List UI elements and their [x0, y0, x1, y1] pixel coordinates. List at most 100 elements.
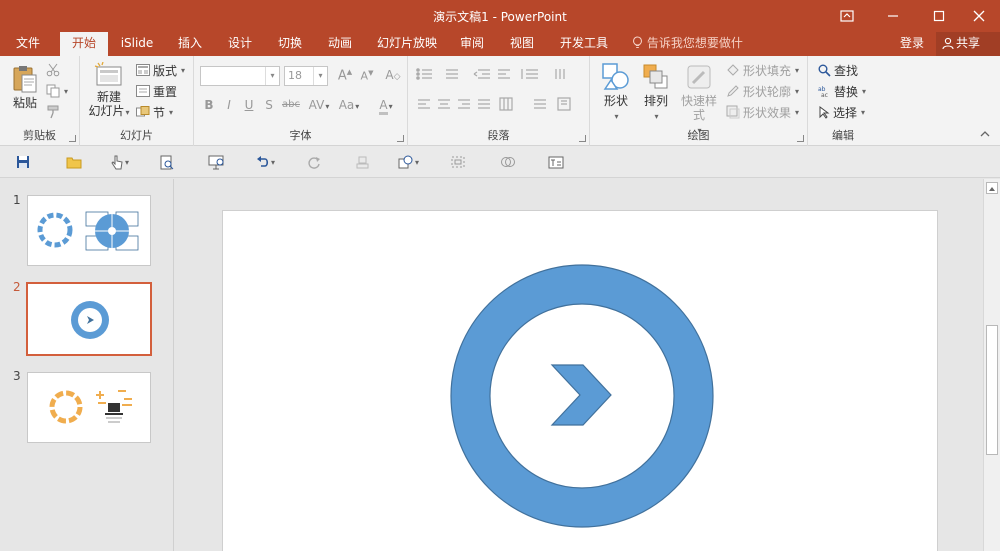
- save-button[interactable]: [16, 153, 30, 171]
- group-font: ▾ 18 ▾ A▲ A▼ A◇ B I U S abc AV▾ Aa▾ A▾ 字…: [194, 56, 408, 146]
- clear-format-button[interactable]: A◇: [384, 68, 402, 82]
- redo-button[interactable]: [308, 153, 321, 171]
- share-button[interactable]: 共享: [936, 32, 1000, 56]
- touch-mode-caret[interactable]: ▾: [125, 158, 129, 167]
- italic-button[interactable]: I: [220, 98, 238, 112]
- shape-effects-button[interactable]: 形状效果 ▾: [726, 102, 799, 122]
- qat-item-disabled-1[interactable]: [356, 153, 369, 171]
- change-case-label: Aa: [338, 98, 355, 112]
- shape-outline-button[interactable]: 形状轮廓 ▾: [726, 81, 799, 101]
- group-font-label: 字体: [289, 129, 312, 142]
- shape-qat-caret[interactable]: ▾: [415, 158, 419, 167]
- slide-thumbnails-panel: 1 2 3: [0, 179, 174, 551]
- login-link[interactable]: 登录: [900, 32, 924, 56]
- font-color-button[interactable]: A▾: [374, 98, 398, 115]
- replace-button[interactable]: ab ac 替换 ▾: [818, 81, 866, 101]
- new-slide-label-1: 新建: [96, 90, 121, 104]
- find-button[interactable]: 查找: [818, 60, 858, 80]
- touch-mode-button[interactable]: ▾: [110, 153, 129, 171]
- print-preview-button[interactable]: [160, 153, 174, 171]
- group-slides: 新建 幻灯片▾ 版式 ▾ 重置 节 ▾ 幻灯片: [80, 56, 194, 146]
- selection-qat-button[interactable]: [450, 153, 466, 171]
- font-size-caret[interactable]: ▾: [313, 67, 327, 85]
- shape-fill-button[interactable]: 形状填充 ▾: [726, 60, 799, 80]
- collapse-ribbon-button[interactable]: [980, 130, 990, 141]
- title-bar: 演示文稿1 - PowerPoint: [0, 0, 1000, 32]
- slide-number-1: 1: [13, 193, 21, 207]
- clipboard-launcher[interactable]: [69, 135, 76, 142]
- tab-animations[interactable]: 动画: [318, 32, 362, 56]
- scrollbar-thumb[interactable]: [986, 325, 998, 455]
- drawing-launcher[interactable]: [797, 135, 804, 142]
- slide-number-3: 3: [13, 369, 21, 383]
- new-slide-label-2: 幻灯片: [88, 104, 125, 118]
- grow-font-label: A: [337, 68, 347, 84]
- tab-review[interactable]: 审阅: [452, 32, 492, 56]
- undo-button[interactable]: ▾: [256, 153, 275, 171]
- shrink-font-button[interactable]: A▼: [358, 69, 376, 83]
- new-slide-caret[interactable]: ▾: [126, 108, 130, 117]
- paste-button[interactable]: 粘贴: [8, 64, 42, 110]
- change-case-button[interactable]: Aa▾: [336, 98, 362, 112]
- ribbon-tabs: 文件 开始 iSlide 插入 设计 切换 动画 幻灯片放映 审阅 视图 开发工…: [0, 32, 1000, 72]
- slide-thumbnail-1[interactable]: [27, 195, 151, 266]
- copy-button[interactable]: ▾: [46, 81, 68, 101]
- tab-design[interactable]: 设计: [218, 32, 262, 56]
- tab-islide[interactable]: iSlide: [114, 32, 160, 56]
- scroll-up-button[interactable]: [986, 182, 998, 194]
- group-slides-label: 幻灯片: [120, 129, 153, 142]
- tab-view[interactable]: 视图: [502, 32, 542, 56]
- group-paragraph-label: 段落: [487, 129, 510, 142]
- new-slide-button[interactable]: 新建 幻灯片▾: [86, 62, 132, 120]
- cut-button[interactable]: [46, 60, 60, 80]
- current-slide[interactable]: [222, 210, 938, 551]
- donut-arrow-shape[interactable]: [223, 211, 939, 551]
- font-size-combo[interactable]: 18 ▾: [284, 66, 328, 86]
- shapes-button[interactable]: 形状 ▾: [598, 62, 634, 124]
- tab-developer[interactable]: 开发工具: [554, 32, 614, 56]
- layout-button[interactable]: 版式 ▾: [136, 60, 185, 80]
- tab-home[interactable]: 开始: [60, 32, 108, 56]
- copy-dropdown-caret[interactable]: ▾: [64, 87, 68, 96]
- format-painter-button[interactable]: [46, 102, 60, 122]
- section-button[interactable]: 节 ▾: [136, 102, 173, 122]
- slide-thumbnail-2[interactable]: [26, 282, 152, 356]
- chevron-up-icon: [989, 187, 995, 191]
- underline-button[interactable]: U: [240, 98, 258, 112]
- close-button[interactable]: [956, 4, 1000, 28]
- reset-button[interactable]: 重置: [136, 81, 177, 101]
- text-shadow-button[interactable]: S: [260, 98, 278, 112]
- section-caret: ▾: [169, 107, 174, 117]
- font-name-combo[interactable]: ▾: [200, 66, 280, 86]
- tab-file[interactable]: 文件: [6, 32, 50, 56]
- arrange-button[interactable]: 排列 ▾: [638, 62, 674, 124]
- paragraph-launcher[interactable]: [579, 135, 586, 142]
- tab-transitions[interactable]: 切换: [268, 32, 312, 56]
- slide-number-2: 2: [13, 280, 21, 294]
- char-spacing-button[interactable]: AV▾: [306, 98, 332, 112]
- strikethrough-button[interactable]: abc: [280, 99, 302, 110]
- font-launcher[interactable]: [397, 135, 404, 142]
- open-button[interactable]: [66, 153, 82, 171]
- textbox-icon: [548, 156, 564, 168]
- grow-font-button[interactable]: A▲: [336, 68, 354, 83]
- vertical-scrollbar[interactable]: [983, 179, 1000, 551]
- tell-me-search[interactable]: 告诉我您想要做什么...: [632, 32, 766, 72]
- tab-slideshow[interactable]: 幻灯片放映: [372, 32, 442, 56]
- selection-box-icon: [451, 156, 465, 168]
- save-icon: [17, 156, 29, 168]
- bold-button[interactable]: B: [200, 98, 218, 112]
- minimize-button[interactable]: [870, 4, 916, 28]
- presentation-button[interactable]: [208, 153, 226, 171]
- font-name-caret[interactable]: ▾: [265, 67, 279, 85]
- shape-fill-qat-button[interactable]: ▾: [398, 153, 419, 171]
- tab-insert[interactable]: 插入: [168, 32, 212, 56]
- char-spacing-label: AV: [308, 98, 325, 112]
- shapes-caret: ▾: [614, 112, 619, 121]
- slide-thumbnail-3[interactable]: [27, 372, 151, 443]
- undo-caret[interactable]: ▾: [271, 158, 275, 167]
- select-button[interactable]: 选择 ▾: [818, 102, 865, 122]
- ribbon-display-options-button[interactable]: [824, 4, 870, 28]
- merge-shapes-qat-button[interactable]: [500, 153, 516, 171]
- textbox-qat-button[interactable]: [548, 153, 564, 171]
